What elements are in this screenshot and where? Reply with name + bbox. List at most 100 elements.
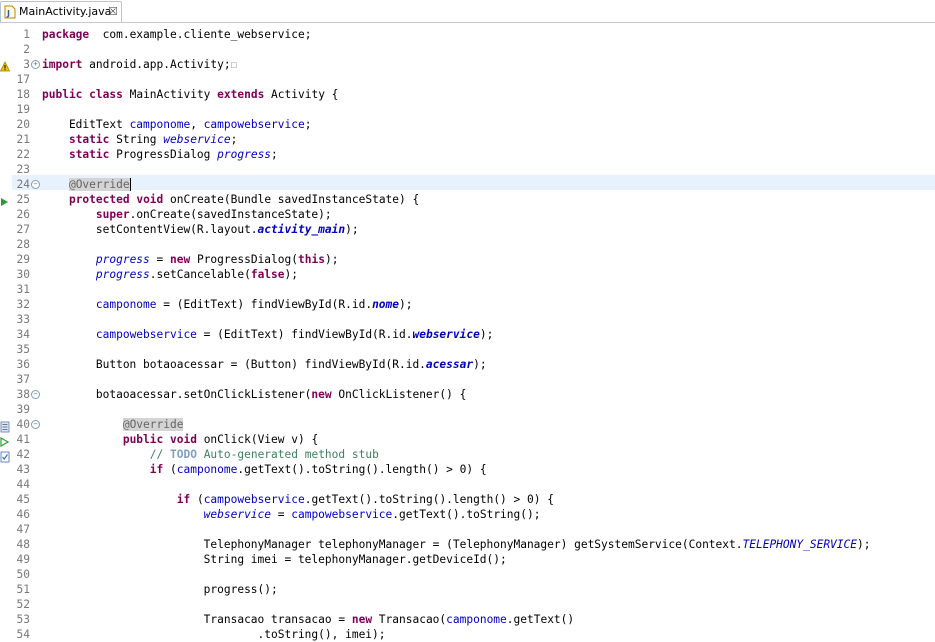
tab-mainactivity-java[interactable]: J MainActivity.java ☒ <box>0 1 122 22</box>
code-line[interactable]: 37 <box>0 372 935 387</box>
line-number: 30 <box>16 268 30 281</box>
code-token: camponome <box>176 463 238 476</box>
code-token: void <box>136 193 164 206</box>
code-line[interactable]: 19 <box>0 102 935 117</box>
line-number: 17 <box>16 73 30 86</box>
code-token: camponome <box>95 298 157 311</box>
code-token: Transacao( <box>372 613 447 626</box>
code-line[interactable]: 52 <box>0 597 935 612</box>
code-token: public <box>122 433 164 446</box>
code-line[interactable]: 32 camponome = (EditText) findViewById(R… <box>0 297 935 312</box>
code-line[interactable]: 39 <box>0 402 935 417</box>
code-token: ProgressDialog( <box>190 253 298 266</box>
code-line[interactable]: 22 static ProgressDialog progress; <box>0 147 935 162</box>
collapse-fold-icon[interactable]: − <box>31 390 40 399</box>
line-number: 18 <box>16 88 30 101</box>
line-number: 23 <box>16 163 30 176</box>
code-token: package <box>42 28 90 41</box>
code-line[interactable]: 18 public class MainActivity extends Acti… <box>0 87 935 102</box>
code-line[interactable]: 29 progress = new ProgressDialog(this); <box>0 252 935 267</box>
code-token: onClick(View v) { <box>196 433 319 446</box>
code-line[interactable]: 38− botaoacessar.setOnClickListener(new … <box>0 387 935 402</box>
line-number: 1 <box>23 28 30 41</box>
code-line[interactable]: 48 TelephonyManager telephonyManager = (… <box>0 537 935 552</box>
code-line[interactable]: 3 + import android.app.Activity;☐ <box>0 57 935 72</box>
code-token: protected <box>68 193 130 206</box>
code-line[interactable]: 44 <box>0 477 935 492</box>
code-token: .onCreate(savedInstanceState); <box>129 208 332 221</box>
code-token: super <box>95 208 130 221</box>
code-line[interactable]: 50 <box>0 567 935 582</box>
code-token: .getText().toString().length() > 0) { <box>304 493 554 506</box>
code-line[interactable]: 21 static String webservice; <box>0 132 935 147</box>
code-line[interactable]: 23 <box>0 162 935 177</box>
code-token: OnClickListener() { <box>331 388 467 401</box>
code-token: nome <box>372 298 400 311</box>
code-editor[interactable]: 1 package com.example.cliente_webservice;… <box>0 24 935 642</box>
code-line[interactable]: 43 if (camponome.getText().toString().le… <box>0 462 935 477</box>
code-line[interactable]: 49 String imei = telephonyManager.getDev… <box>0 552 935 567</box>
code-text: EditText camponome, campowebservice; <box>42 117 312 132</box>
code-token: setContentView(R.layout. <box>42 223 258 236</box>
expand-fold-icon[interactable]: + <box>31 60 40 69</box>
close-icon[interactable]: ☒ <box>108 6 118 18</box>
code-line[interactable]: 27 setContentView(R.layout.activity_main… <box>0 222 935 237</box>
code-token: if <box>176 493 191 506</box>
code-line[interactable]: 2 <box>0 42 935 57</box>
code-line[interactable]: 35 <box>0 342 935 357</box>
code-token: extends <box>217 88 265 101</box>
code-text: protected void onCreate(Bundle savedInst… <box>42 192 419 207</box>
line-number: 21 <box>16 133 30 146</box>
line-number: 53 <box>16 613 30 626</box>
code-text: // TODO Auto-generated method stub <box>42 447 379 462</box>
collapse-fold-icon[interactable]: − <box>31 420 40 429</box>
code-line[interactable]: 1 package com.example.cliente_webservice; <box>0 27 935 42</box>
folded-block-icon[interactable]: ☐ <box>231 58 238 71</box>
code-line[interactable]: 41 public void onClick(View v) { <box>0 432 935 448</box>
code-line[interactable]: 36 Button botaoacessar = (Button) findVi… <box>0 357 935 372</box>
line-number: 24 <box>16 178 30 191</box>
code-line[interactable]: 20 EditText camponome, campowebservice; <box>0 117 935 132</box>
code-token: = (EditText) findViewById(R.id. <box>196 328 413 341</box>
line-number: 40 <box>16 418 30 431</box>
code-line[interactable]: 30 progress.setCancelable(false); <box>0 267 935 282</box>
code-line[interactable]: 33 <box>0 312 935 327</box>
code-token: new <box>351 613 373 626</box>
code-token: webservice <box>412 328 480 341</box>
code-token: TODO <box>170 448 197 461</box>
line-number: 50 <box>16 568 30 581</box>
line-number: 3 <box>23 58 30 71</box>
code-line[interactable]: 45 if (campowebservice.getText().toStrin… <box>0 492 935 507</box>
code-line[interactable]: 47 <box>0 522 935 537</box>
code-text: progress(); <box>42 582 278 597</box>
line-number: 31 <box>16 283 30 296</box>
line-number: 29 <box>16 253 30 266</box>
code-line[interactable]: 25 protected void onCreate(Bundle savedI… <box>0 192 935 207</box>
line-number: 28 <box>16 238 30 251</box>
code-text: super.onCreate(savedInstanceState); <box>42 207 332 222</box>
code-line[interactable]: 31 <box>0 282 935 297</box>
code-line[interactable]: 17 <box>0 72 935 87</box>
code-line[interactable]: 40− @Override <box>0 417 935 433</box>
code-line[interactable]: 24− @Override <box>0 177 935 192</box>
code-line[interactable]: 34 campowebservice = (EditText) findView… <box>0 327 935 342</box>
code-token: webservice <box>163 133 231 146</box>
code-line[interactable]: 26 super.onCreate(savedInstanceState); <box>0 207 935 222</box>
code-line[interactable]: 54 .toString(), imei); <box>0 627 935 642</box>
code-text: Transacao transacao = new Transacao(camp… <box>42 612 575 627</box>
code-line[interactable]: 51 progress(); <box>0 582 935 597</box>
code-line[interactable]: 46 webservice = campowebservice.getText(… <box>0 507 935 522</box>
code-token: ProgressDialog <box>109 148 218 161</box>
code-token: this <box>298 253 325 266</box>
code-token: @Override <box>122 418 184 431</box>
code-line[interactable]: 42 // TODO Auto-generated method stub <box>0 447 935 463</box>
code-line[interactable]: 28 <box>0 237 935 252</box>
code-token: progress <box>95 268 150 281</box>
collapse-fold-icon[interactable]: − <box>31 180 40 189</box>
line-number: 36 <box>16 358 30 371</box>
code-line[interactable]: 53 Transacao transacao = new Transacao(c… <box>0 612 935 627</box>
code-text: botaoacessar.setOnClickListener(new OnCl… <box>42 387 466 402</box>
line-number: 45 <box>16 493 30 506</box>
